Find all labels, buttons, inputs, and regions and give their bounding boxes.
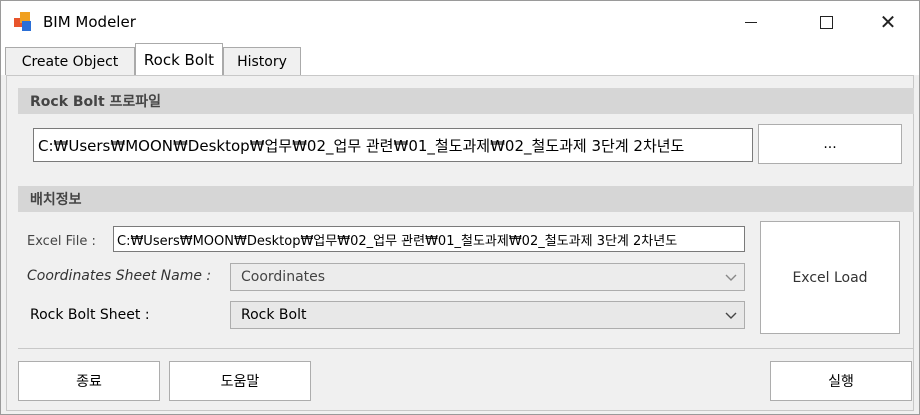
- chevron-down-icon: [725, 274, 737, 281]
- coordinates-sheet-select[interactable]: Coordinates: [230, 263, 745, 291]
- tab-rock-bolt[interactable]: Rock Bolt: [135, 43, 223, 75]
- window-title: BIM Modeler: [43, 13, 136, 31]
- app-window: BIM Modeler ✕ Create Object Rock Bolt Hi…: [0, 0, 920, 415]
- browse-profile-button[interactable]: ...: [758, 124, 902, 164]
- tab-history[interactable]: History: [223, 47, 301, 75]
- rock-bolt-sheet-label: Rock Bolt Sheet :: [30, 307, 150, 323]
- rock-bolt-sheet-value: Rock Bolt: [241, 307, 307, 323]
- minimize-button[interactable]: [728, 1, 774, 43]
- excel-file-label: Excel File :: [27, 234, 96, 249]
- chevron-down-icon: [725, 312, 737, 319]
- excel-file-path-input[interactable]: C:₩Users₩MOON₩Desktop₩업무₩02_업무 관련₩01_철도과…: [113, 226, 745, 252]
- coordinates-sheet-value: Coordinates: [241, 269, 326, 285]
- profile-path-input[interactable]: C:₩Users₩MOON₩Desktop₩업무₩02_업무 관련₩01_철도과…: [33, 128, 753, 162]
- close-button[interactable]: ✕: [865, 1, 911, 43]
- title-bar: BIM Modeler ✕: [1, 1, 919, 43]
- excel-load-button[interactable]: Excel Load: [760, 221, 900, 334]
- tab-strip: Create Object Rock Bolt History: [1, 43, 919, 75]
- divider: [18, 348, 914, 349]
- exit-button[interactable]: 종료: [18, 361, 160, 401]
- layout-section-header: 배치정보: [18, 186, 914, 212]
- tab-create-object[interactable]: Create Object: [5, 47, 135, 75]
- maximize-button[interactable]: [803, 1, 849, 43]
- run-button[interactable]: 실행: [770, 361, 912, 401]
- profile-section-header: Rock Bolt 프로파일: [18, 88, 914, 114]
- coordinates-sheet-label: Coordinates Sheet Name :: [27, 268, 212, 284]
- help-button[interactable]: 도움말: [169, 361, 311, 401]
- rock-bolt-sheet-select[interactable]: Rock Bolt: [230, 301, 745, 329]
- rock-bolt-panel: Rock Bolt 프로파일 C:₩Users₩MOON₩Desktop₩업무₩…: [6, 75, 914, 411]
- app-logo-icon: [14, 12, 36, 32]
